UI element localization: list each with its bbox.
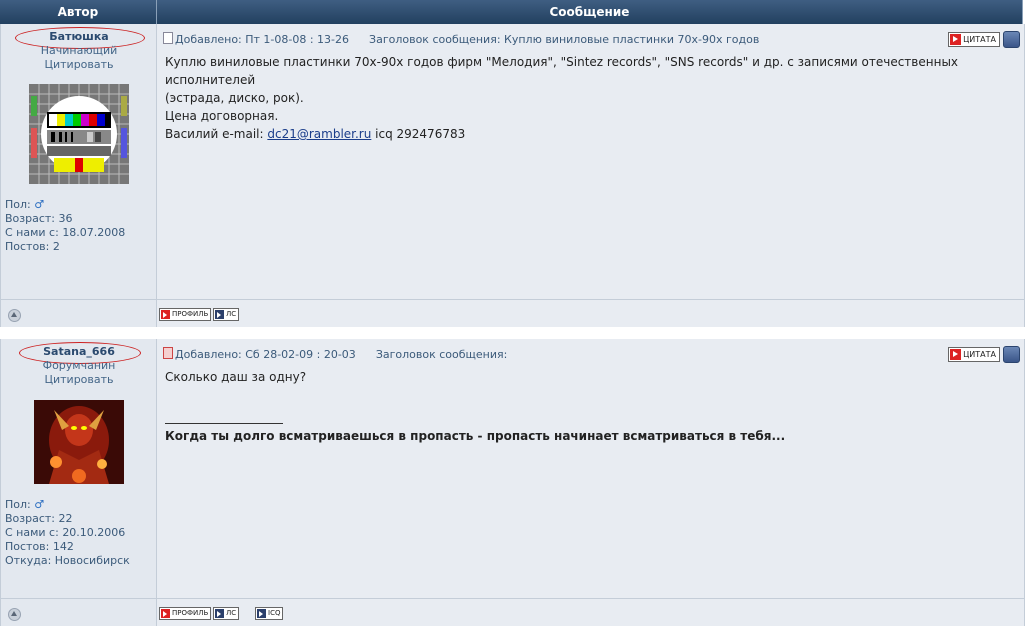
quote-link[interactable]: Цитировать: [1, 58, 157, 71]
from-label: Откуда:: [5, 554, 52, 567]
post-date: Добавлено: Сб 28-02-09 : 20-03: [175, 348, 356, 361]
post-body: Куплю виниловые пластинки 70х-90х годов …: [165, 53, 1024, 143]
gender-label: Пол:: [5, 498, 31, 511]
post-line: Сколько даш за одну?: [165, 370, 307, 384]
user-info: Пол: ♂ Возраст: 22 С нами с: 20.10.2006 …: [5, 498, 130, 568]
posts-label: Постов:: [5, 540, 50, 553]
contact-prefix: Василий e-mail:: [165, 127, 268, 141]
message-column-header: Сообщение: [156, 0, 1023, 24]
user-info: Пол: ♂ Возраст: 36 С нами с: 18.07.2008 …: [5, 198, 125, 254]
pm-button[interactable]: ЛС: [213, 607, 240, 620]
pm-button[interactable]: ЛС: [213, 308, 240, 321]
message-panel: Добавлено: Пт 1-08-08 : 13-26 Заголовок с…: [157, 24, 1024, 299]
icq-text: icq 292476783: [371, 127, 466, 141]
message-panel: Добавлено: Сб 28-02-09 : 20-03 Заголовок …: [157, 339, 1024, 598]
age-label: Возраст:: [5, 212, 56, 225]
male-icon: ♂: [34, 198, 45, 211]
post-line: Василий e-mail: dc21@rambler.ru icq 2924…: [165, 125, 1024, 143]
post-subject: Заголовок сообщения:: [375, 348, 508, 361]
author-panel: Satana_666 Форумчанин Цитировать Пол: ♂ …: [1, 339, 157, 598]
post-date: Добавлено: Пт 1-08-08 : 13-26: [175, 33, 350, 46]
user-rank: Форумчанин: [42, 359, 116, 372]
username[interactable]: Батюшка: [1, 30, 157, 43]
forum-post: Satana_666 Форумчанин Цитировать Пол: ♂ …: [0, 339, 1025, 626]
since-label: С нами с:: [5, 526, 59, 539]
age-value: 22: [58, 512, 73, 525]
posts-value: 2: [52, 240, 60, 253]
since-value: 18.07.2008: [62, 226, 126, 239]
post-footer: ПРОФИЛЬ ЛС: [157, 300, 1024, 327]
since-value: 20.10.2006: [62, 526, 126, 539]
quote-button[interactable]: ЦИТАТА: [948, 347, 1000, 362]
age-value: 36: [58, 212, 73, 225]
gender-label: Пол:: [5, 198, 31, 211]
post-body: Сколько даш за одну?: [165, 368, 306, 386]
post-line: (эстрада, диско, рок).: [165, 91, 304, 105]
signature-divider: [165, 423, 283, 424]
posts-label: Постов:: [5, 240, 50, 253]
post-icon: [163, 32, 173, 44]
profile-button[interactable]: ПРОФИЛЬ: [159, 607, 212, 620]
male-icon: ♂: [34, 498, 45, 511]
post-footer-author: [1, 599, 157, 626]
icq-button[interactable]: ICQ: [255, 607, 284, 620]
post-icon: [163, 347, 173, 359]
avatar: [34, 400, 124, 484]
quote-link[interactable]: Цитировать: [1, 373, 157, 386]
username[interactable]: Satana_666: [1, 345, 157, 358]
signature: Когда ты долго всматриваешься в пропасть…: [165, 429, 786, 443]
forum-post: Батюшка Начинающий Цитировать Пол: ♂ Воз…: [0, 24, 1025, 327]
since-label: С нами с:: [5, 226, 59, 239]
post-footer: ПРОФИЛЬ ЛС ICQ: [157, 599, 1024, 626]
scroll-up-icon[interactable]: [8, 608, 21, 621]
from-value: Новосибирск: [54, 554, 130, 567]
table-header: Автор Сообщение: [0, 0, 1023, 24]
post-meta: Добавлено: Пт 1-08-08 : 13-26 Заголовок с…: [163, 32, 759, 46]
post-footer-author: [1, 300, 157, 327]
post-line: Куплю виниловые пластинки 70х-90х годов …: [165, 55, 959, 87]
edit-button[interactable]: [1003, 346, 1020, 363]
profile-button[interactable]: ПРОФИЛЬ: [159, 308, 212, 321]
post-line: Цена договорная.: [165, 109, 279, 123]
author-panel: Батюшка Начинающий Цитировать Пол: ♂ Воз…: [1, 24, 157, 299]
post-separator: [0, 328, 1023, 338]
age-label: Возраст:: [5, 512, 56, 525]
quote-button[interactable]: ЦИТАТА: [948, 32, 1000, 47]
email-link[interactable]: dc21@rambler.ru: [267, 127, 371, 141]
avatar: [29, 84, 129, 184]
user-rank: Начинающий: [40, 44, 118, 57]
post-meta: Добавлено: Сб 28-02-09 : 20-03 Заголовок …: [163, 347, 507, 361]
posts-value: 142: [52, 540, 74, 553]
author-column-header: Автор: [0, 0, 157, 24]
scroll-up-icon[interactable]: [8, 309, 21, 322]
edit-button[interactable]: [1003, 31, 1020, 48]
post-subject: Заголовок сообщения: Куплю виниловые пла…: [369, 33, 760, 46]
